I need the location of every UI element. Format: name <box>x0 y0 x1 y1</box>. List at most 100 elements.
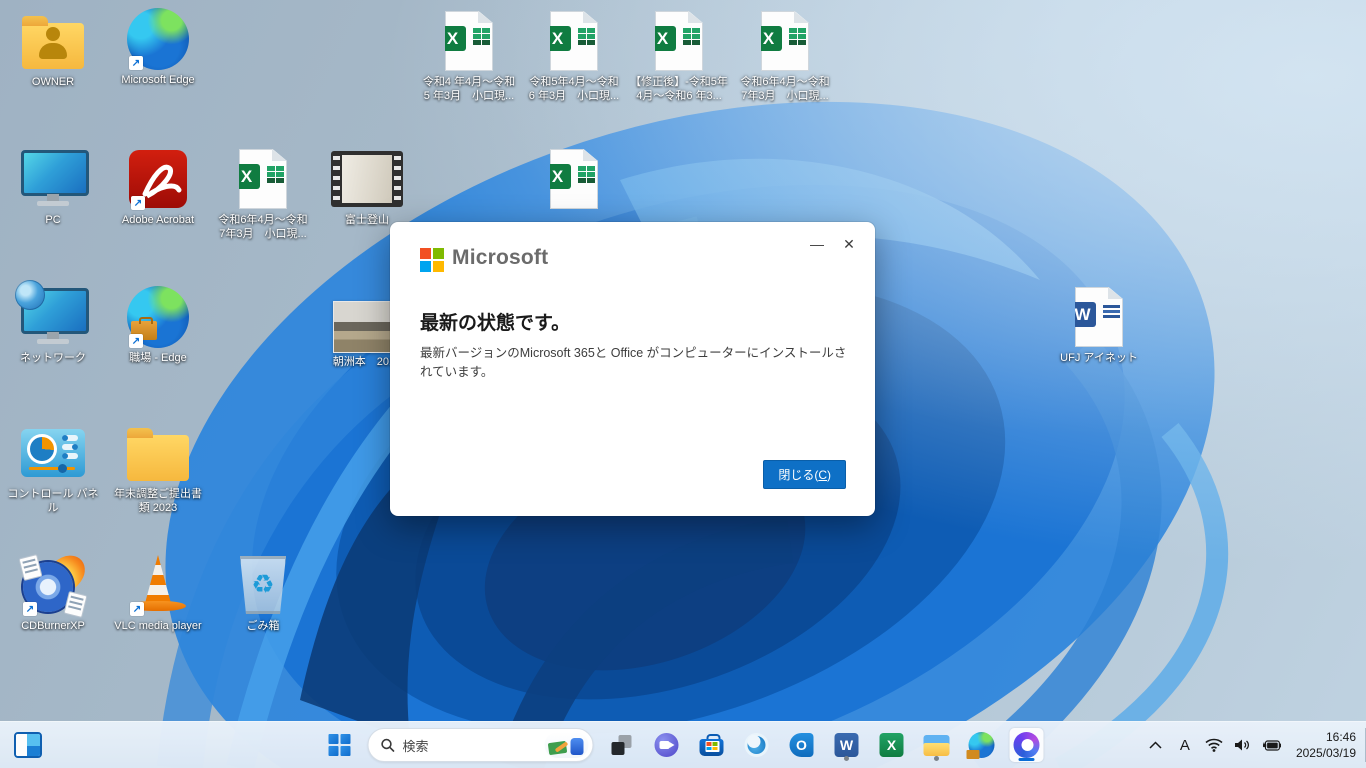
outlook-button[interactable]: O <box>785 728 819 762</box>
outlook-icon: O <box>789 733 814 757</box>
excel-file-icon: X <box>761 8 809 74</box>
excel-file-icon: X <box>445 8 493 74</box>
ime-mode-indicator[interactable]: A <box>1176 735 1194 755</box>
vlc-cone-icon: ↗ <box>128 552 188 618</box>
start-button[interactable] <box>323 728 357 762</box>
icon-label: 年末調整ご提出書 類 2023 <box>114 488 202 514</box>
taskbar: 検索 O W X A 16:46 2025/03/19 <box>0 721 1366 768</box>
widgets-icon <box>14 732 42 758</box>
desktop-icon-edge-work[interactable]: ↗ 職場 - Edge <box>109 284 207 366</box>
close-icon[interactable]: ✕ <box>835 232 863 256</box>
icon-label: コントロール パネル <box>7 488 99 514</box>
edge-work-taskbar-button[interactable] <box>965 728 999 762</box>
edge-work-icon: ↗ <box>127 284 189 350</box>
task-view-icon <box>611 735 632 755</box>
pc-monitor-icon <box>21 146 89 212</box>
icon-label: 令和6年4月～令和 7年3月 小口現... <box>740 76 830 102</box>
active-window-indicator <box>1018 758 1035 761</box>
excel-file-icon: X <box>550 8 598 74</box>
running-indicator <box>934 756 939 761</box>
desktop-icon-excel-r4[interactable]: X 令和4 年4月～令和 5 年3月 小口現... <box>420 8 518 104</box>
wifi-button[interactable] <box>1205 735 1223 755</box>
search-box[interactable]: 検索 <box>367 728 594 762</box>
desktop-icon-microsoft-edge[interactable]: ↗ Microsoft Edge <box>109 6 207 88</box>
volume-button[interactable] <box>1234 735 1252 755</box>
edge-work-icon <box>966 732 995 759</box>
desktop-icon-pc[interactable]: PC <box>4 146 102 228</box>
icon-label: 令和5年4月～令和 6 年3月 小口現... <box>528 76 620 102</box>
excel-button[interactable]: X <box>875 728 909 762</box>
running-indicator <box>844 756 849 761</box>
clock[interactable]: 16:46 2025/03/19 <box>1296 729 1356 761</box>
tray-overflow-button[interactable] <box>1147 735 1165 755</box>
control-panel-icon <box>21 420 85 486</box>
desktop-icon-control-panel[interactable]: コントロール パネル <box>4 420 102 516</box>
network-icon <box>15 280 89 350</box>
icon-label: 職場 - Edge <box>129 352 187 364</box>
globe-icon <box>15 280 45 310</box>
tray-date: 2025/03/19 <box>1295 746 1356 760</box>
desktop-icon-excel-r6b[interactable]: X 令和6年4月～令和 7年3月 小口現... <box>736 8 834 104</box>
crescent-app-button[interactable] <box>740 728 774 762</box>
excel-file-icon: X <box>550 146 598 212</box>
file-explorer-icon <box>923 734 950 756</box>
task-view-button[interactable] <box>605 728 639 762</box>
edge-icon: ↗ <box>127 6 189 72</box>
desktop-icon-adobe-acrobat[interactable]: ↗ Adobe Acrobat <box>109 146 207 228</box>
word-file-icon: W <box>1075 284 1123 350</box>
desktop-icon-cdburnerxp[interactable]: ↗ CDBurnerXP <box>4 548 102 634</box>
desktop-icon-excel-r6[interactable]: X 令和6年4月～令和 7年3月 小口現... <box>214 146 312 242</box>
minimize-button[interactable]: — <box>803 232 831 256</box>
cdburnerxp-icon: ↗ <box>18 548 90 618</box>
icon-label: Microsoft Edge <box>121 74 195 86</box>
icon-label: PC <box>45 214 61 226</box>
desktop-icon-excel-behind-dialog[interactable]: X <box>525 146 623 212</box>
desktop-icon-video-fuji[interactable]: 富士登山 <box>318 146 416 228</box>
desktop-icon-word-ufj[interactable]: W UFJ アイネット <box>1050 284 1148 366</box>
search-icon <box>381 738 395 752</box>
search-placeholder: 検索 <box>402 738 429 754</box>
microsoft-wordmark: Microsoft <box>452 246 549 269</box>
microsoft-365-button[interactable] <box>1009 728 1044 762</box>
chevron-up-icon <box>1149 741 1162 749</box>
battery-charging-icon <box>1262 739 1281 751</box>
widgets-button[interactable] <box>14 731 42 759</box>
word-button[interactable]: W <box>830 728 864 762</box>
speaker-icon <box>1235 739 1250 751</box>
system-tray: A 16:46 2025/03/19 <box>1147 722 1356 768</box>
shortcut-arrow-icon: ↗ <box>23 602 37 616</box>
store-bag-icon <box>699 734 724 756</box>
dialog-body-text: 最新バージョンのMicrosoft 365と Office がコンピューターにイ… <box>420 346 847 380</box>
word-icon: W <box>834 733 859 757</box>
folder-icon <box>127 420 189 486</box>
desktop-icon-excel-r5[interactable]: X 令和5年4月～令和 6 年3月 小口現... <box>525 8 623 104</box>
close-dialog-button[interactable]: 閉じる(C) <box>763 460 846 489</box>
shortcut-arrow-icon: ↗ <box>131 196 145 210</box>
excel-file-icon: X <box>655 8 703 74</box>
desktop-icon-folder-nenmatsu[interactable]: 年末調整ご提出書 類 2023 <box>109 420 207 516</box>
desktop: OWNER ↗ Microsoft Edge PC ↗ Adobe Acroba… <box>0 0 1366 768</box>
desktop-icon-owner[interactable]: OWNER <box>4 8 102 90</box>
battery-button[interactable] <box>1262 735 1281 755</box>
desktop-icon-network[interactable]: ネットワーク <box>4 280 102 366</box>
chat-video-icon <box>654 733 679 757</box>
office-update-dialog: — ✕ Microsoft 最新の状態です。 最新バージョンのMicrosoft… <box>390 222 875 516</box>
taskbar-center: 検索 O W X <box>323 722 1044 768</box>
desktop-icon-recycle-bin[interactable]: ♻ ごみ箱 <box>214 552 312 634</box>
chat-button[interactable] <box>650 728 684 762</box>
file-explorer-button[interactable] <box>920 728 954 762</box>
shortcut-arrow-icon: ↗ <box>129 56 143 70</box>
wifi-icon <box>1205 738 1223 752</box>
search-highlight-image <box>544 732 589 758</box>
excel-file-icon: X <box>239 146 287 212</box>
desktop-icon-excel-fixed[interactable]: X 【修正後】-令和5年 4月～令和6 年3... <box>630 8 728 104</box>
icon-label: ネットワーク <box>20 352 86 364</box>
video-file-icon <box>331 146 403 212</box>
recycle-bin-icon: ♻ <box>238 552 288 618</box>
icon-label: OWNER <box>31 76 75 88</box>
icon-label: 令和4 年4月～令和 5 年3月 小口現... <box>422 76 516 102</box>
microsoft-store-button[interactable] <box>695 728 729 762</box>
desktop-icon-vlc[interactable]: ↗ VLC media player <box>109 552 207 634</box>
microsoft-365-icon <box>1013 732 1040 758</box>
recycle-symbol: ♻ <box>251 570 275 600</box>
